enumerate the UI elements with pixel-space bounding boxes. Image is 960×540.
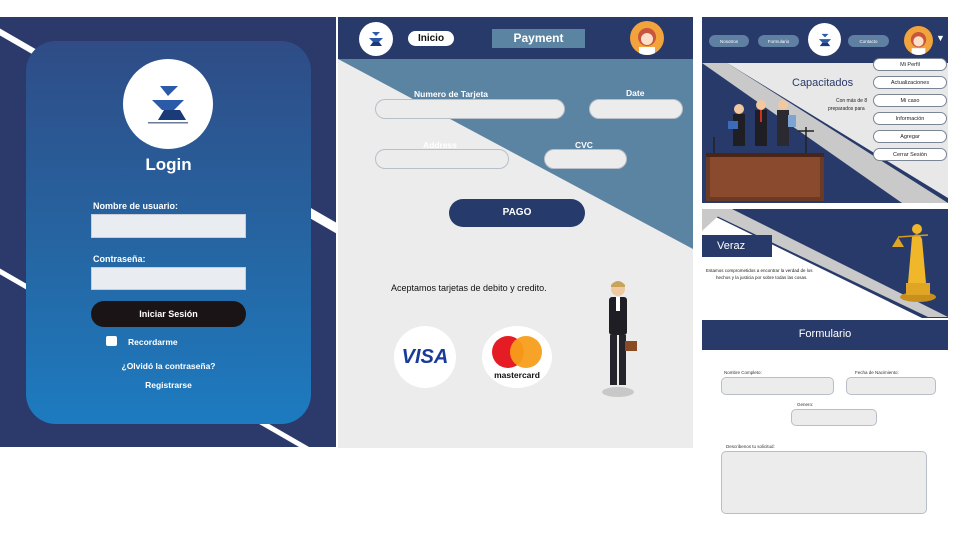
nav-contact[interactable]: Contacto xyxy=(848,35,889,47)
login-button[interactable]: Iniciar Sesión xyxy=(91,301,246,327)
full-name-input[interactable] xyxy=(721,377,834,395)
gender-label: Genero: xyxy=(797,402,814,407)
request-form: Formulario Nombre Completo: Fecha de Nac… xyxy=(702,320,948,520)
user-avatar[interactable] xyxy=(630,21,664,55)
accepted-cards-text: Aceptamos tarjetas de debito y credito. xyxy=(391,283,547,293)
login-title: Login xyxy=(145,155,192,174)
menu-add[interactable]: Agregar xyxy=(873,130,947,143)
gender-input[interactable] xyxy=(791,409,877,426)
menu-logout[interactable]: Cerrar Sesión xyxy=(873,148,947,161)
hero-text-2: preparados para xyxy=(828,106,865,112)
request-textarea[interactable] xyxy=(721,451,927,514)
brand-logo[interactable] xyxy=(808,23,841,56)
brand-logo xyxy=(123,59,213,149)
hero-text-1: Con más de 8 xyxy=(836,98,868,104)
password-input[interactable] xyxy=(91,267,246,290)
visa-text: VISA xyxy=(401,345,449,368)
nav-form[interactable]: Formulario xyxy=(758,35,799,47)
businessman-illustration xyxy=(602,281,637,397)
date-label: Date xyxy=(626,88,645,98)
brand-logo[interactable] xyxy=(359,22,393,56)
forgot-password-link[interactable]: ¿Olvidó la contraseña? xyxy=(26,361,311,371)
username-label: Nombre de usuario: xyxy=(93,201,179,211)
payment-title: Payment xyxy=(492,29,585,48)
mastercard-text: mastercard xyxy=(494,370,540,380)
menu-updates[interactable]: Actualizaciones xyxy=(873,76,947,89)
nav-home-button[interactable]: Inicio xyxy=(408,31,454,46)
veraz-title: Veraz xyxy=(717,240,746,252)
veraz-text-1: Estamos comprometidos a encontrar la ver… xyxy=(706,268,813,273)
birth-date-label: Fecha de Nacimiento: xyxy=(855,370,899,375)
remember-checkbox[interactable] xyxy=(106,336,117,346)
chevron-down-icon[interactable]: ▼ xyxy=(936,33,945,43)
remember-label: Recordarme xyxy=(128,337,178,347)
birth-date-input[interactable] xyxy=(846,377,936,395)
pay-button[interactable]: PAGO xyxy=(449,199,585,227)
menu-info[interactable]: Información xyxy=(873,112,947,125)
visa-logo: VISA xyxy=(394,326,456,388)
login-screen: Login Nombre de usuario: Contraseña: Ini… xyxy=(0,17,336,447)
veraz-text-2: hechos y la justicia por sobre todas las… xyxy=(716,275,808,280)
register-link[interactable]: Registrarse xyxy=(26,380,311,390)
card-number-input[interactable] xyxy=(375,99,565,119)
card-number-label: Numero de Tarjeta xyxy=(414,89,489,99)
date-input[interactable] xyxy=(589,99,683,119)
menu-my-case[interactable]: Mi caso xyxy=(873,94,947,107)
username-input[interactable] xyxy=(91,214,246,238)
justice-statue-icon xyxy=(892,224,936,302)
full-name-label: Nombre Completo: xyxy=(724,370,762,375)
home-screen: Nosotros Formulario Contacto ▼ Capacitad… xyxy=(702,17,948,203)
payment-screen: Inicio Payment Numero de Tarjeta Date Ad… xyxy=(338,17,693,448)
form-title: Formulario xyxy=(798,328,852,340)
lawyers-illustration xyxy=(706,100,824,201)
login-card: Login Nombre de usuario: Contraseña: Ini… xyxy=(26,41,311,424)
menu-profile[interactable]: Mi Perfil xyxy=(873,58,947,71)
mastercard-logo: mastercard xyxy=(482,326,552,388)
request-label: Describenos tu solicitud: xyxy=(726,444,775,449)
password-label: Contraseña: xyxy=(93,254,146,264)
hero-title: Capacitados xyxy=(792,77,854,89)
cvc-input[interactable] xyxy=(544,149,627,169)
address-input[interactable] xyxy=(375,149,509,169)
nav-about[interactable]: Nosotros xyxy=(709,35,749,47)
veraz-section: Veraz Estamos comprometidos a encontrar … xyxy=(702,209,948,318)
user-avatar[interactable] xyxy=(904,26,933,55)
